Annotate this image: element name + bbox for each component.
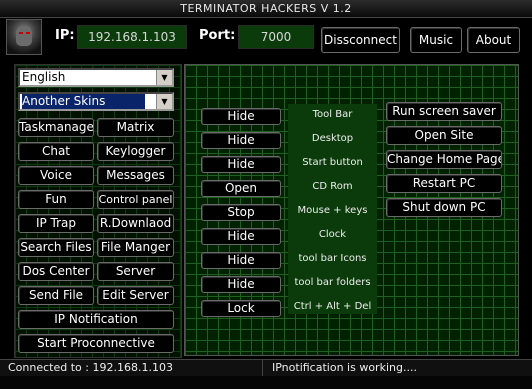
bottom-strip [0, 376, 532, 389]
skin-value: Another Skins [22, 94, 146, 109]
file-manager-button[interactable]: File Manger [97, 238, 174, 257]
status-notification-cell: IPnotification is working.... [263, 360, 525, 376]
ip-trap-button[interactable]: IP Trap [18, 214, 94, 233]
ip-label: IP: [55, 28, 75, 43]
about-button[interactable]: About [467, 27, 520, 53]
status-connected-cell: Connected to : 192.168.1.103 [0, 360, 263, 376]
disconnect-button[interactable]: Dissconnect [321, 27, 400, 53]
hide-toolbar-button[interactable]: Hide [201, 108, 281, 125]
port-field[interactable]: 7000 [238, 25, 314, 49]
target-label: CD Rom [312, 181, 353, 192]
target-label: Clock [318, 229, 347, 240]
status-notification: IPnotification is working.... [272, 361, 417, 374]
run-screen-saver-button[interactable]: Run screen saver [386, 102, 502, 121]
open-cdrom-button[interactable]: Open [201, 180, 281, 197]
music-button[interactable]: Music [410, 27, 462, 53]
restart-pc-button[interactable]: Restart PC [386, 174, 502, 193]
target-label: Start button [302, 157, 363, 168]
hide-toolbar-icons-button[interactable]: Hide [201, 252, 281, 269]
status-bar: Connected to : 192.168.1.103 IPnotificat… [0, 359, 532, 376]
chevron-down-icon[interactable]: ▼ [156, 70, 172, 85]
change-home-page-button[interactable]: Change Home Page [386, 150, 502, 169]
edit-server-button[interactable]: Edit Server [97, 286, 174, 305]
hide-start-button-button[interactable]: Hide [201, 156, 281, 173]
action-targets: Tool Bar Desktop Start button CD Rom Mou… [288, 104, 377, 314]
window-title: TERMINATOR HACKERS V 1.2 [0, 0, 532, 18]
terminator-face-icon [16, 26, 32, 46]
shutdown-pc-button[interactable]: Shut down PC [386, 198, 502, 217]
language-select[interactable]: English ▼ [18, 68, 174, 87]
hide-clock-button[interactable]: Hide [201, 228, 281, 245]
remote-download-button[interactable]: R.Downlaod [97, 214, 174, 233]
hide-desktop-button[interactable]: Hide [201, 132, 281, 149]
chevron-down-icon[interactable]: ▼ [156, 94, 172, 109]
fun-button[interactable]: Fun [18, 190, 94, 209]
messages-button[interactable]: Messages [97, 166, 174, 185]
matrix-button[interactable]: Matrix [97, 118, 174, 137]
dos-center-button[interactable]: Dos Center [18, 262, 94, 281]
server-button[interactable]: Server [97, 262, 174, 281]
open-site-button[interactable]: Open Site [386, 126, 502, 145]
target-label: Ctrl + Alt + Del [293, 301, 372, 312]
eye-left-icon [19, 32, 23, 34]
avatar [6, 19, 42, 55]
ip-notification-button[interactable]: IP Notification [18, 310, 174, 329]
ip-field[interactable]: 192.168.1.103 [77, 25, 187, 49]
taskmanager-button[interactable]: Taskmanager [18, 118, 94, 137]
eye-right-icon [26, 32, 30, 34]
keylogger-button[interactable]: Keylogger [97, 142, 174, 161]
send-file-button[interactable]: Send File [18, 286, 94, 305]
search-files-button[interactable]: Search Files [18, 238, 94, 257]
voice-button[interactable]: Voice [18, 166, 94, 185]
port-label: Port: [199, 28, 236, 43]
skin-select[interactable]: Another Skins ▼ [18, 92, 174, 111]
target-label: Tool Bar [312, 109, 353, 120]
stop-mouse-keys-button[interactable]: Stop [201, 204, 281, 221]
start-proconnective-button[interactable]: Start Proconnective [18, 334, 174, 353]
control-panel-button[interactable]: Control panel [97, 190, 174, 209]
lock-ctrl-alt-del-button[interactable]: Lock [201, 300, 281, 317]
target-label: tool bar folders [294, 277, 371, 288]
language-value: English [22, 70, 66, 84]
target-label: Desktop [311, 133, 354, 144]
chat-button[interactable]: Chat [18, 142, 94, 161]
status-connected: Connected to : 192.168.1.103 [8, 361, 173, 374]
hide-toolbar-folders-button[interactable]: Hide [201, 276, 281, 293]
target-label: Mouse + keys [297, 205, 368, 216]
target-label: tool bar Icons [298, 253, 367, 264]
